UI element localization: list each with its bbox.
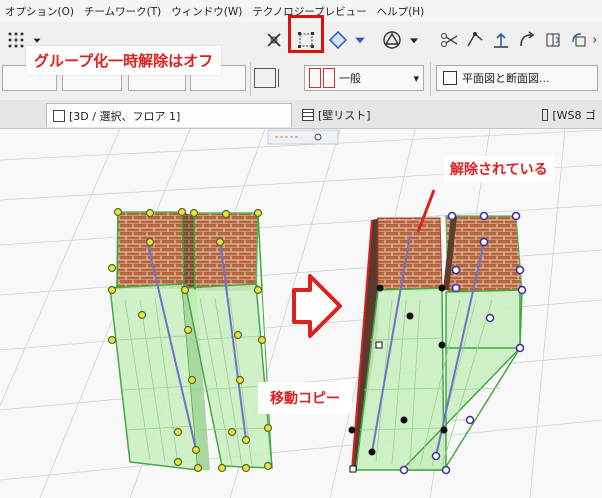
triangle-circle-icon xyxy=(383,31,401,49)
rotate-view-button[interactable] xyxy=(326,28,350,52)
tab-label: [3D / 選択、フロア 1] xyxy=(69,109,181,123)
shape-button[interactable] xyxy=(380,28,404,52)
rotate-button[interactable] xyxy=(567,28,591,52)
left-wall-group xyxy=(107,207,273,473)
menu-window[interactable]: ウィンドウ(W) xyxy=(166,4,247,19)
curve-icon xyxy=(520,31,535,47)
reference-line-icon xyxy=(254,68,276,88)
layer-label: 一般 xyxy=(339,72,361,85)
chevron-down-icon: ▾ xyxy=(413,71,419,85)
chevron-down-icon xyxy=(355,37,365,44)
chevron-down-icon xyxy=(410,38,418,44)
annotation-group-release: グループ化一時解除はオフ xyxy=(26,46,222,75)
layer-select[interactable]: 一般 ▾ xyxy=(304,65,424,91)
3d-view-icon xyxy=(53,109,65,122)
curve-button[interactable] xyxy=(515,28,539,52)
annotation-move-copy: 移動コピー xyxy=(258,382,352,414)
viewport-controls xyxy=(267,129,339,145)
tab-bar: [3D / 選択、フロア 1] [壁リスト] [WS8 ゴ xyxy=(0,100,602,129)
adjust-button[interactable] xyxy=(463,28,487,52)
view-mode-select[interactable]: 平面図と断面図... xyxy=(436,65,598,91)
shape-dropdown-button[interactable] xyxy=(406,28,422,52)
rotate-icon xyxy=(572,33,586,47)
tab-worksheet[interactable]: [WS8 ゴ xyxy=(536,103,602,127)
floor-plan-icon xyxy=(443,71,457,85)
tab-3d-view[interactable]: [3D / 選択、フロア 1] xyxy=(46,103,292,127)
adjust-icon xyxy=(467,32,483,47)
table-icon xyxy=(302,109,314,121)
layer-icon-2 xyxy=(323,68,335,88)
more-icon xyxy=(593,37,597,43)
separator xyxy=(250,62,251,96)
elevate-icon xyxy=(494,32,508,48)
menu-help[interactable]: ヘルプ(H) xyxy=(372,4,430,19)
annotation-released: 解除されている xyxy=(444,156,554,182)
suspend-groups-highlight xyxy=(288,15,324,53)
cross-snap-button[interactable] xyxy=(262,28,286,52)
cross-snap-icon xyxy=(267,33,281,47)
split-icon xyxy=(546,33,560,47)
split-button[interactable] xyxy=(541,28,565,52)
view-mode-label: 平面図と断面図... xyxy=(462,72,550,85)
scissors-button[interactable] xyxy=(437,28,461,52)
scissors-icon xyxy=(441,33,458,47)
tab-wall-list[interactable]: [壁リスト] xyxy=(296,103,526,127)
more-tools-button[interactable] xyxy=(590,28,602,52)
menu-options[interactable]: オプション(O) xyxy=(0,4,79,19)
arrow-right-icon xyxy=(292,274,342,338)
tab-label: [壁リスト] xyxy=(318,109,371,122)
right-wall-group xyxy=(348,189,527,475)
reference-line-edge-icon xyxy=(278,69,287,87)
view-dropdown-button[interactable] xyxy=(352,28,368,52)
worksheet-icon xyxy=(542,109,549,121)
reference-line-button[interactable] xyxy=(254,65,296,91)
3d-viewport[interactable] xyxy=(0,129,602,498)
grid-snap-button[interactable] xyxy=(4,28,28,52)
tab-label: [WS8 ゴ xyxy=(552,109,596,122)
diamond-icon xyxy=(328,30,348,50)
grid-icon xyxy=(8,32,24,48)
3d-scene xyxy=(0,129,602,498)
menu-teamwork[interactable]: チームワーク(T) xyxy=(79,4,166,19)
layer-icon xyxy=(309,68,321,88)
separator xyxy=(430,62,431,96)
elevate-button[interactable] xyxy=(489,28,513,52)
